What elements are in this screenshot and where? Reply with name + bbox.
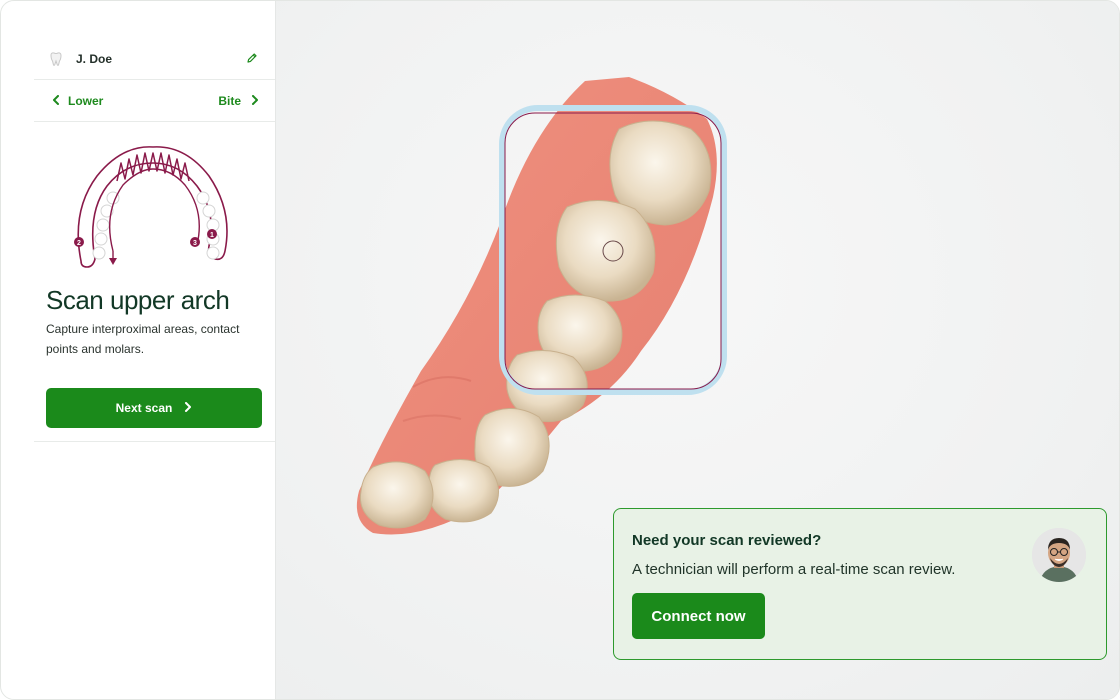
arch-marker-3: 3	[190, 237, 200, 247]
arch-marker-1: 1	[207, 229, 217, 239]
svg-text:1: 1	[210, 232, 214, 239]
technician-avatar	[1032, 528, 1086, 582]
next-scan-label: Next scan	[115, 401, 173, 415]
next-step-link[interactable]: Bite	[218, 80, 259, 121]
scan-review-card: Need your scan reviewed? A technician wi…	[613, 508, 1107, 660]
patient-name: J. Doe	[76, 52, 113, 66]
tooth-icon	[48, 51, 64, 67]
chevron-right-icon	[251, 94, 259, 108]
svg-text:2: 2	[77, 240, 81, 247]
svg-text:3: 3	[193, 240, 197, 247]
patient-header: J. Doe	[34, 39, 275, 80]
scan-step-title: Scan upper arch	[46, 285, 230, 315]
arch-marker-2: 2	[74, 237, 84, 247]
chevron-left-icon	[52, 94, 60, 108]
scan-navigation: Lower Bite	[34, 80, 275, 122]
review-card-title: Need your scan reviewed?	[632, 532, 822, 549]
scan-step-description: Capture interproximal areas, contact poi…	[46, 322, 240, 356]
review-card-text: A technician will perform a real-time sc…	[632, 561, 956, 578]
sidebar: J. Doe Lower Bite 1 2 3 Scan upper arch …	[1, 1, 276, 699]
next-step-label: Bite	[218, 93, 241, 108]
pencil-icon	[246, 51, 258, 69]
app-window: J. Doe Lower Bite 1 2 3 Scan upper arch …	[0, 0, 1120, 700]
prev-scan-link[interactable]: Lower	[52, 80, 103, 121]
arch-scan-path-diagram: 1 2 3	[74, 146, 228, 268]
chevron-right-icon	[184, 401, 192, 415]
divider	[34, 441, 275, 442]
prev-scan-label: Lower	[68, 93, 104, 108]
next-scan-button[interactable]: Next scan	[46, 388, 262, 428]
connect-now-button[interactable]: Connect now	[632, 593, 765, 639]
edit-patient-button[interactable]	[239, 47, 265, 73]
